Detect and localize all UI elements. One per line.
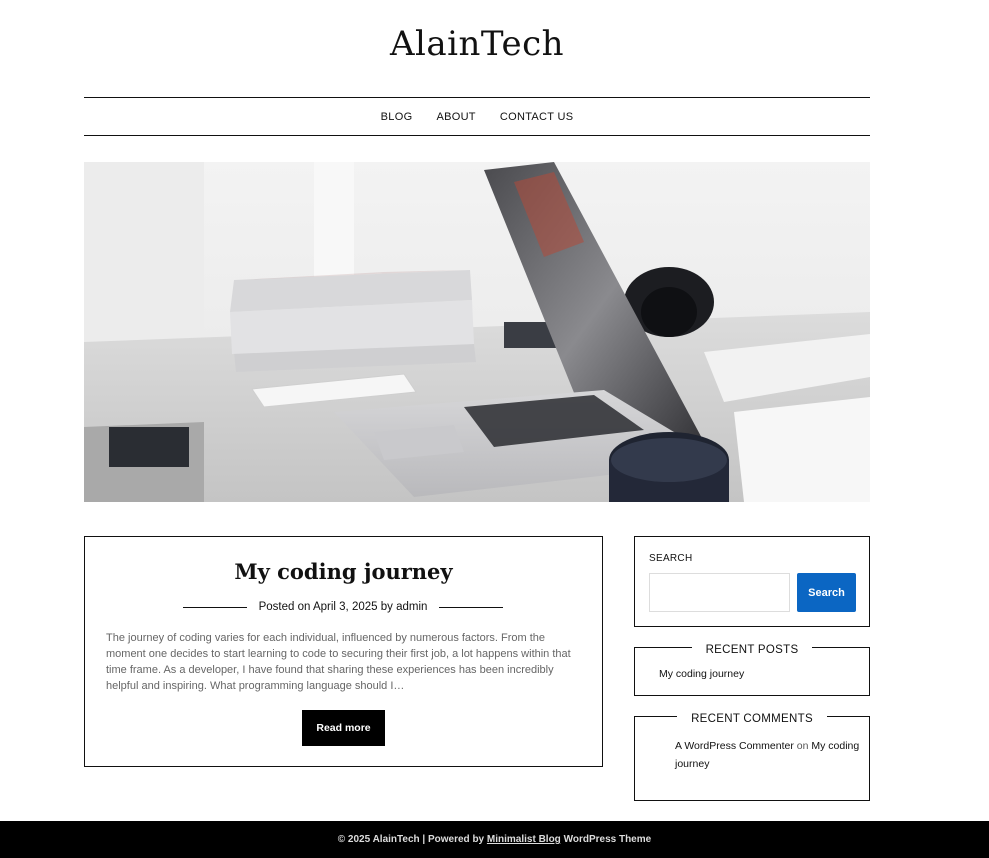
post-author-link[interactable]: admin xyxy=(396,601,427,613)
recent-comments-widget: RECENT COMMENTS A WordPress Commenter on… xyxy=(634,713,870,801)
recent-comments-heading: RECENT COMMENTS xyxy=(635,709,869,727)
comment-on-text: on xyxy=(796,740,809,752)
recent-posts-widget: RECENT POSTS My coding journey xyxy=(634,644,870,696)
post-title[interactable]: My coding journey xyxy=(85,559,602,584)
nav-item-contact-us[interactable]: CONTACT US xyxy=(500,111,574,123)
meta-divider xyxy=(439,606,504,608)
meta-prefix: Posted on xyxy=(258,601,311,613)
nav-item-about[interactable]: ABOUT xyxy=(436,111,475,123)
search-widget: SEARCH Search xyxy=(634,536,870,627)
meta-divider xyxy=(183,606,247,608)
meta-by: by xyxy=(380,601,393,613)
post-meta: Posted on April 3, 2025 by admin xyxy=(183,600,504,614)
site-title[interactable]: AlainTech xyxy=(0,24,954,64)
post-date-link[interactable]: April 3, 2025 xyxy=(313,601,378,613)
recent-comment-item: A WordPress Commenter on My coding journ… xyxy=(675,737,860,773)
footer-copyright: © 2025 AlainTech | Powered by xyxy=(337,834,485,845)
search-input[interactable] xyxy=(649,573,790,612)
main-nav: BLOG ABOUT CONTACT US xyxy=(84,97,870,136)
post-meta-text: Posted on April 3, 2025 by admin xyxy=(259,601,428,613)
recent-posts-title: RECENT POSTS xyxy=(691,644,813,656)
hero-image xyxy=(84,162,870,502)
search-label: SEARCH xyxy=(649,553,693,564)
post-card: My coding journey Posted on April 3, 202… xyxy=(84,536,603,767)
search-button[interactable]: Search xyxy=(797,573,856,612)
comment-author-link[interactable]: A WordPress Commenter xyxy=(675,740,794,752)
site-footer: © 2025 AlainTech | Powered by Minimalist… xyxy=(0,821,989,858)
nav-item-blog[interactable]: BLOG xyxy=(381,111,413,123)
recent-comments-title: RECENT COMMENTS xyxy=(677,713,827,725)
read-more-button[interactable]: Read more xyxy=(302,710,385,746)
post-excerpt: The journey of coding varies for each in… xyxy=(106,632,571,692)
recent-post-link[interactable]: My coding journey xyxy=(659,668,744,680)
footer-theme-link[interactable]: Minimalist Blog xyxy=(487,834,561,845)
footer-suffix: WordPress Theme xyxy=(563,834,652,845)
recent-posts-heading: RECENT POSTS xyxy=(635,640,869,658)
